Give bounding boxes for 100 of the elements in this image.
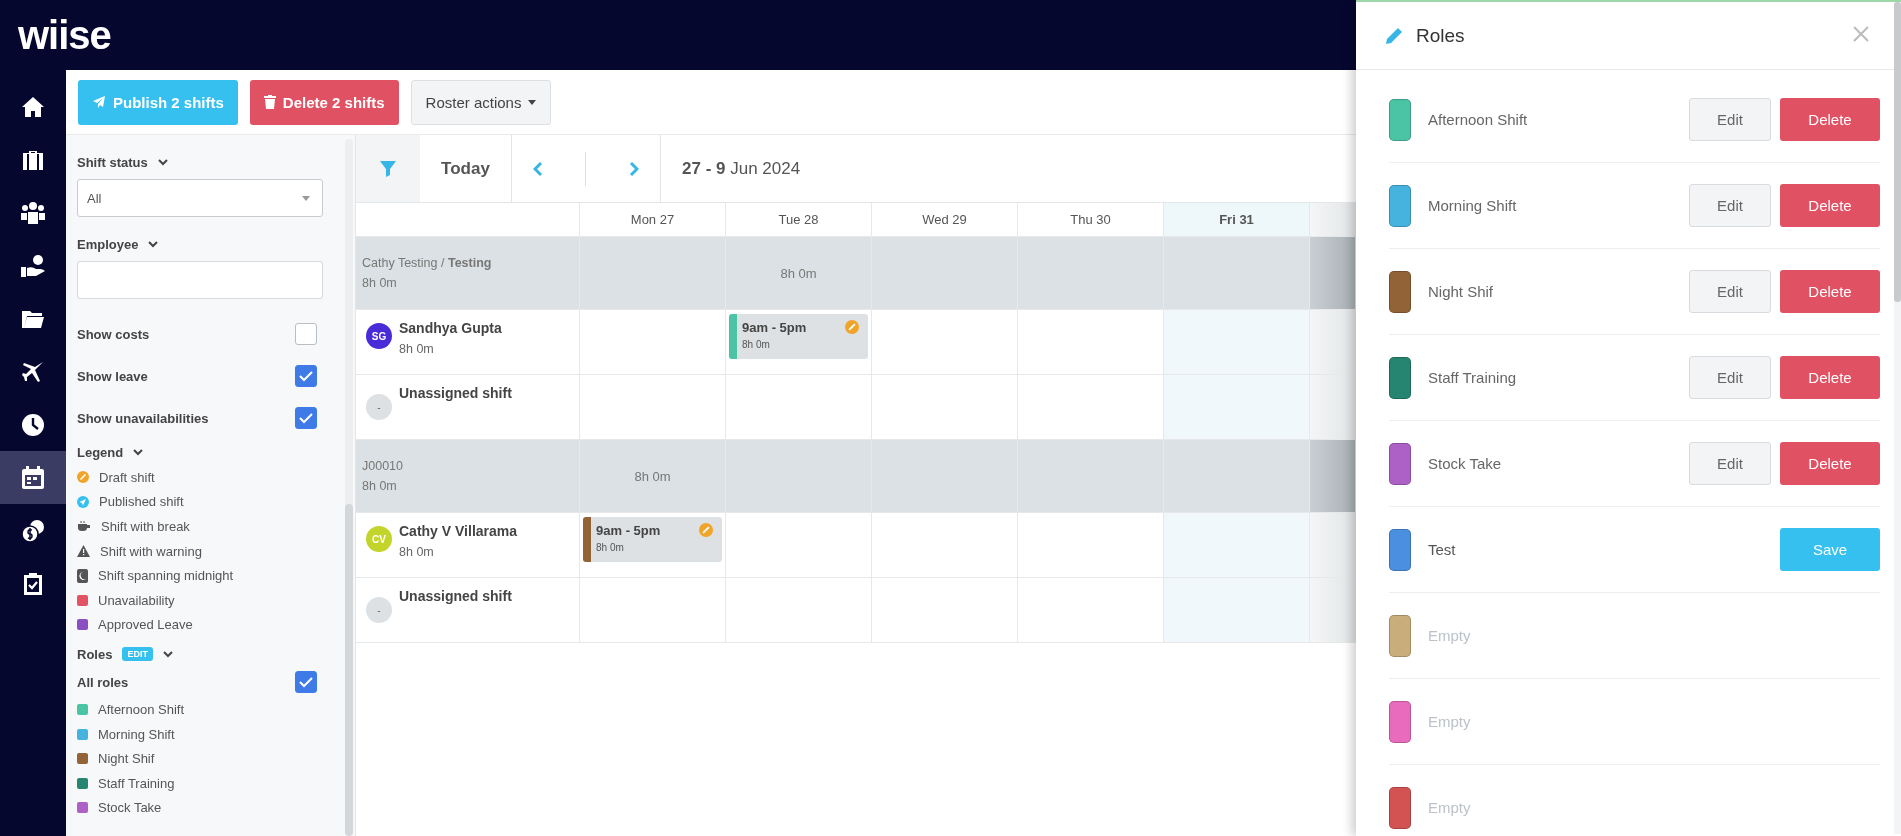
role-label: Night Shif bbox=[98, 751, 155, 767]
chevron-down-icon[interactable] bbox=[133, 448, 144, 456]
role-label: Afternoon Shift bbox=[98, 701, 184, 717]
role-name-input-field[interactable]: Empty bbox=[1428, 706, 1880, 737]
panel-title: Roles bbox=[1416, 24, 1465, 47]
calendar-cell[interactable] bbox=[1164, 578, 1310, 643]
checkbox[interactable] bbox=[295, 407, 317, 429]
chevron-down-icon[interactable] bbox=[162, 650, 173, 658]
chevron-left-icon[interactable] bbox=[533, 160, 544, 177]
employee-input-field[interactable] bbox=[77, 261, 323, 299]
calendar-cell[interactable] bbox=[872, 310, 1018, 375]
calendar-cell[interactable] bbox=[1164, 310, 1310, 375]
filter-label: Shift status bbox=[77, 154, 148, 170]
delete-button[interactable]: Delete bbox=[1780, 98, 1880, 141]
scrollbar-thumb[interactable] bbox=[1894, 2, 1901, 302]
color-swatch[interactable] bbox=[1389, 442, 1411, 485]
calendar-cell[interactable] bbox=[1310, 375, 1356, 440]
date-range: 27 - 9 Jun 2024 bbox=[682, 158, 801, 179]
role-name-input-field[interactable]: Empty bbox=[1428, 792, 1880, 823]
color-swatch[interactable] bbox=[1389, 786, 1411, 829]
shift-hours: 8h 0m bbox=[742, 339, 771, 350]
calendar-cell[interactable] bbox=[1310, 310, 1356, 375]
chevron-right-icon[interactable] bbox=[628, 160, 639, 177]
chevron-down-icon[interactable] bbox=[148, 240, 159, 248]
color-swatch[interactable] bbox=[1389, 614, 1411, 657]
shift-status-dropdown[interactable]: All bbox=[77, 179, 323, 217]
edit-button[interactable]: Edit bbox=[1689, 270, 1771, 313]
legend-label: Unavailability bbox=[98, 592, 175, 608]
filter-button[interactable] bbox=[356, 135, 420, 202]
calendar-cell[interactable] bbox=[1164, 513, 1310, 578]
folder-icon bbox=[21, 308, 45, 329]
shift-time: 9am - 5pm bbox=[596, 523, 661, 538]
coins-icon bbox=[21, 518, 45, 543]
pencil-circle-icon bbox=[77, 471, 89, 484]
close-icon[interactable] bbox=[1853, 26, 1869, 42]
group-cell: 8h 0m bbox=[726, 237, 872, 310]
group-hours: 8h 0m bbox=[362, 479, 397, 493]
group-title: Cathy Testing / Testing bbox=[362, 256, 492, 270]
delete-button[interactable]: Delete bbox=[1780, 270, 1880, 313]
color-swatch[interactable] bbox=[1389, 528, 1411, 571]
briefcase-icon bbox=[21, 148, 45, 171]
delete-button[interactable]: Delete 2 shifts bbox=[249, 79, 399, 125]
color-swatch[interactable] bbox=[1389, 700, 1411, 743]
roster-actions-button[interactable]: Roster actions bbox=[410, 79, 552, 125]
clipboard-check-icon bbox=[22, 571, 44, 596]
roles-heading: Roles bbox=[77, 646, 113, 662]
scrollbar[interactable] bbox=[1894, 2, 1901, 834]
calendar-cell[interactable]: 9am - 5pm 8h 0m bbox=[580, 513, 726, 578]
color-swatch[interactable] bbox=[1389, 98, 1411, 141]
legend-label: Draft shift bbox=[99, 469, 155, 485]
role-label: Morning Shift bbox=[98, 726, 175, 742]
calendar-cell[interactable] bbox=[726, 578, 872, 643]
edit-button[interactable]: Edit bbox=[1689, 98, 1771, 141]
chevron-down-icon[interactable] bbox=[157, 158, 168, 166]
shift-card[interactable]: 9am - 5pm 8h 0m bbox=[583, 517, 722, 562]
role-label: Stock Take bbox=[98, 800, 162, 816]
calendar-cell[interactable] bbox=[872, 578, 1018, 643]
legend-label: Shift spanning midnight bbox=[98, 568, 234, 584]
role-name-input-field[interactable]: Empty bbox=[1428, 620, 1880, 651]
calendar-cell[interactable]: 9am - 5pm 8h 0m bbox=[726, 310, 872, 375]
employee-name: Unassigned shift bbox=[399, 588, 512, 604]
scrollbar-thumb[interactable] bbox=[345, 504, 353, 836]
airplane-icon bbox=[21, 359, 45, 384]
toggle-label: Show costs bbox=[77, 326, 150, 342]
filter-label: Employee bbox=[77, 236, 139, 252]
group-title: J00010 bbox=[362, 459, 403, 473]
clock-icon bbox=[21, 412, 45, 437]
calendar-cell[interactable] bbox=[726, 513, 872, 578]
employee-hours: 8h 0m bbox=[399, 342, 435, 356]
avatar: CV bbox=[366, 526, 392, 552]
role-name-input-field[interactable]: Test bbox=[1428, 534, 1771, 565]
shift-card[interactable]: 9am - 5pm 8h 0m bbox=[729, 314, 868, 359]
legend-heading: Legend bbox=[77, 444, 124, 460]
pencil-circle-icon bbox=[699, 523, 713, 537]
scrollbar[interactable] bbox=[345, 139, 353, 836]
delete-button[interactable]: Delete bbox=[1780, 442, 1880, 485]
checkbox[interactable] bbox=[295, 365, 317, 387]
edit-button[interactable]: Edit bbox=[1689, 356, 1771, 399]
shift-time: 9am - 5pm bbox=[742, 320, 807, 335]
employee-name: Cathy V Villarama bbox=[399, 523, 518, 539]
checkmark-icon bbox=[299, 370, 313, 382]
checkbox[interactable] bbox=[295, 671, 317, 694]
calendar-cell[interactable] bbox=[1310, 578, 1356, 643]
pencil-circle-icon bbox=[845, 320, 859, 334]
color-swatch[interactable] bbox=[1389, 356, 1411, 399]
calendar-cell[interactable] bbox=[580, 310, 726, 375]
edit-button[interactable]: Edit bbox=[1689, 442, 1771, 485]
calendar-cell[interactable] bbox=[872, 513, 1018, 578]
color-swatch[interactable] bbox=[1389, 184, 1411, 227]
calendar-cell[interactable] bbox=[1164, 375, 1310, 440]
role-name: Afternoon Shift bbox=[1428, 111, 1529, 128]
delete-button[interactable]: Delete bbox=[1780, 356, 1880, 399]
calendar-cell[interactable] bbox=[580, 578, 726, 643]
delete-button[interactable]: Delete bbox=[1780, 184, 1880, 227]
group-hours: 8h 0m bbox=[362, 276, 397, 290]
checkbox[interactable] bbox=[295, 323, 317, 345]
calendar-cell[interactable] bbox=[1310, 513, 1356, 578]
nav-button[interactable] bbox=[0, 451, 66, 504]
color-swatch[interactable] bbox=[1389, 270, 1411, 313]
edit-button[interactable]: Edit bbox=[1689, 184, 1771, 227]
